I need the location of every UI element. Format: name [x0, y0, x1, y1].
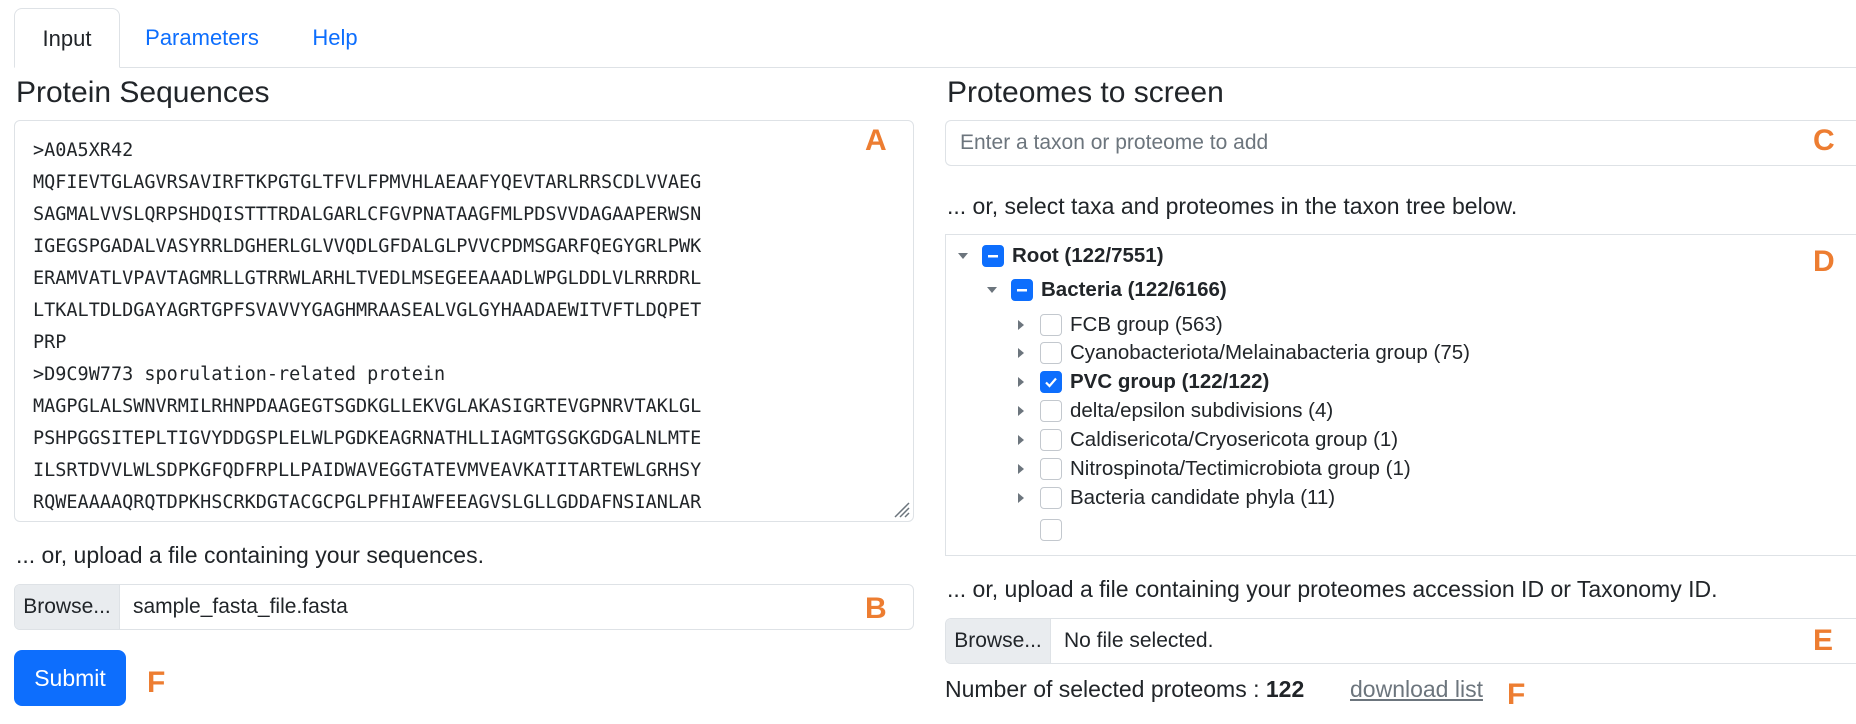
marker-a: A	[865, 124, 887, 157]
proteome-file-input[interactable]: Browse... No file selected.	[945, 618, 1856, 664]
checkbox[interactable]	[1040, 429, 1062, 451]
taxon-search-input[interactable]	[946, 121, 1794, 165]
selected-count: Number of selected proteoms : 122	[945, 676, 1304, 703]
selected-count-value: 122	[1265, 676, 1305, 702]
tree-node-root[interactable]: Root (122/7551)	[956, 239, 1164, 273]
checkbox[interactable]	[1040, 458, 1062, 480]
expanded-caret-icon[interactable]	[985, 283, 999, 297]
submit-button[interactable]: Submit	[14, 650, 126, 706]
checkbox	[1040, 519, 1062, 541]
collapsed-caret-icon	[1014, 523, 1028, 537]
collapsed-caret-icon[interactable]	[1014, 375, 1028, 389]
taxon-search[interactable]	[945, 120, 1856, 166]
expanded-caret-icon[interactable]	[956, 249, 970, 263]
partial-checkbox[interactable]	[1011, 279, 1033, 301]
proteome-upload-hint: ... or, upload a file containing your pr…	[947, 576, 1718, 602]
sequence-file-name: sample_fasta_file.fasta	[133, 595, 348, 618]
marker-d: D	[1813, 245, 1835, 278]
protein-sequences-heading: Protein Sequences	[16, 76, 270, 109]
tab-bar: Input Parameters Help	[0, 0, 1856, 68]
tab-help[interactable]: Help	[299, 8, 371, 68]
checkbox[interactable]	[1040, 487, 1062, 509]
tree-node-label: delta/epsilon subdivisions (4)	[1070, 399, 1334, 422]
tree-node-bacteria[interactable]: Bacteria (122/6166)	[985, 273, 1227, 307]
selected-count-label: Number of selected proteoms :	[945, 676, 1266, 702]
checkbox[interactable]	[1040, 400, 1062, 422]
tab-input[interactable]: Input	[14, 8, 120, 68]
tree-node-label: Cyanobacteriota/Melainabacteria group (7…	[1070, 341, 1470, 364]
marker-c: C	[1813, 124, 1835, 157]
tab-divider	[14, 67, 1856, 68]
tree-node-label: Bacteria candidate phyla (11)	[1070, 486, 1336, 509]
proteome-file-name: No file selected.	[1064, 629, 1214, 652]
proteome-browse-button[interactable]: Browse...	[946, 619, 1051, 663]
resize-handle-icon[interactable]	[889, 497, 911, 519]
sequence-upload-hint: ... or, upload a file containing your se…	[16, 542, 484, 568]
tree-node-label: Root (122/7551)	[1012, 244, 1164, 267]
partial-checkbox[interactable]	[982, 245, 1004, 267]
tree-node-candidate-phyla[interactable]: Bacteria candidate phyla (11)	[1014, 481, 1335, 515]
checked-checkbox[interactable]	[1040, 371, 1062, 393]
tree-node-label: PVC group (122/122)	[1070, 370, 1270, 393]
collapsed-caret-icon[interactable]	[1014, 433, 1028, 447]
checkbox[interactable]	[1040, 342, 1062, 364]
collapsed-caret-icon[interactable]	[1014, 318, 1028, 332]
marker-f-right: F	[1507, 678, 1526, 711]
taxon-tree: Root (122/7551) Bacteria (122/6166) FCB …	[945, 234, 1856, 556]
collapsed-caret-icon[interactable]	[1014, 346, 1028, 360]
tree-node-label: FCB group (563)	[1070, 313, 1223, 336]
sequence-browse-button[interactable]: Browse...	[15, 585, 120, 629]
sequence-file-input[interactable]: Browse... sample_fasta_file.fasta	[14, 584, 914, 630]
collapsed-caret-icon[interactable]	[1014, 462, 1028, 476]
tree-node-label: Bacteria (122/6166)	[1041, 278, 1227, 301]
download-list-link[interactable]: download list	[1350, 676, 1483, 703]
tree-node-partial	[1014, 513, 1070, 547]
marker-f-left: F	[147, 666, 166, 699]
sequence-textarea[interactable]: >A0A5XR42 MQFIEVTGLAGVRSAVIRFTKPGTGLTFVL…	[14, 120, 914, 522]
tree-node-label: Caldisericota/Cryosericota group (1)	[1070, 428, 1399, 451]
marker-b: B	[865, 592, 887, 625]
proteomes-heading: Proteomes to screen	[947, 76, 1224, 109]
collapsed-caret-icon[interactable]	[1014, 491, 1028, 505]
collapsed-caret-icon[interactable]	[1014, 404, 1028, 418]
sequence-text[interactable]: >A0A5XR42 MQFIEVTGLAGVRSAVIRFTKPGTGLTFVL…	[15, 121, 913, 521]
taxon-tree-hint: ... or, select taxa and proteomes in the…	[947, 193, 1518, 219]
checkbox[interactable]	[1040, 314, 1062, 336]
marker-e: E	[1813, 624, 1834, 657]
tree-node-label: Nitrospinota/Tectimicrobiota group (1)	[1070, 457, 1411, 480]
tab-parameters[interactable]: Parameters	[137, 8, 267, 68]
